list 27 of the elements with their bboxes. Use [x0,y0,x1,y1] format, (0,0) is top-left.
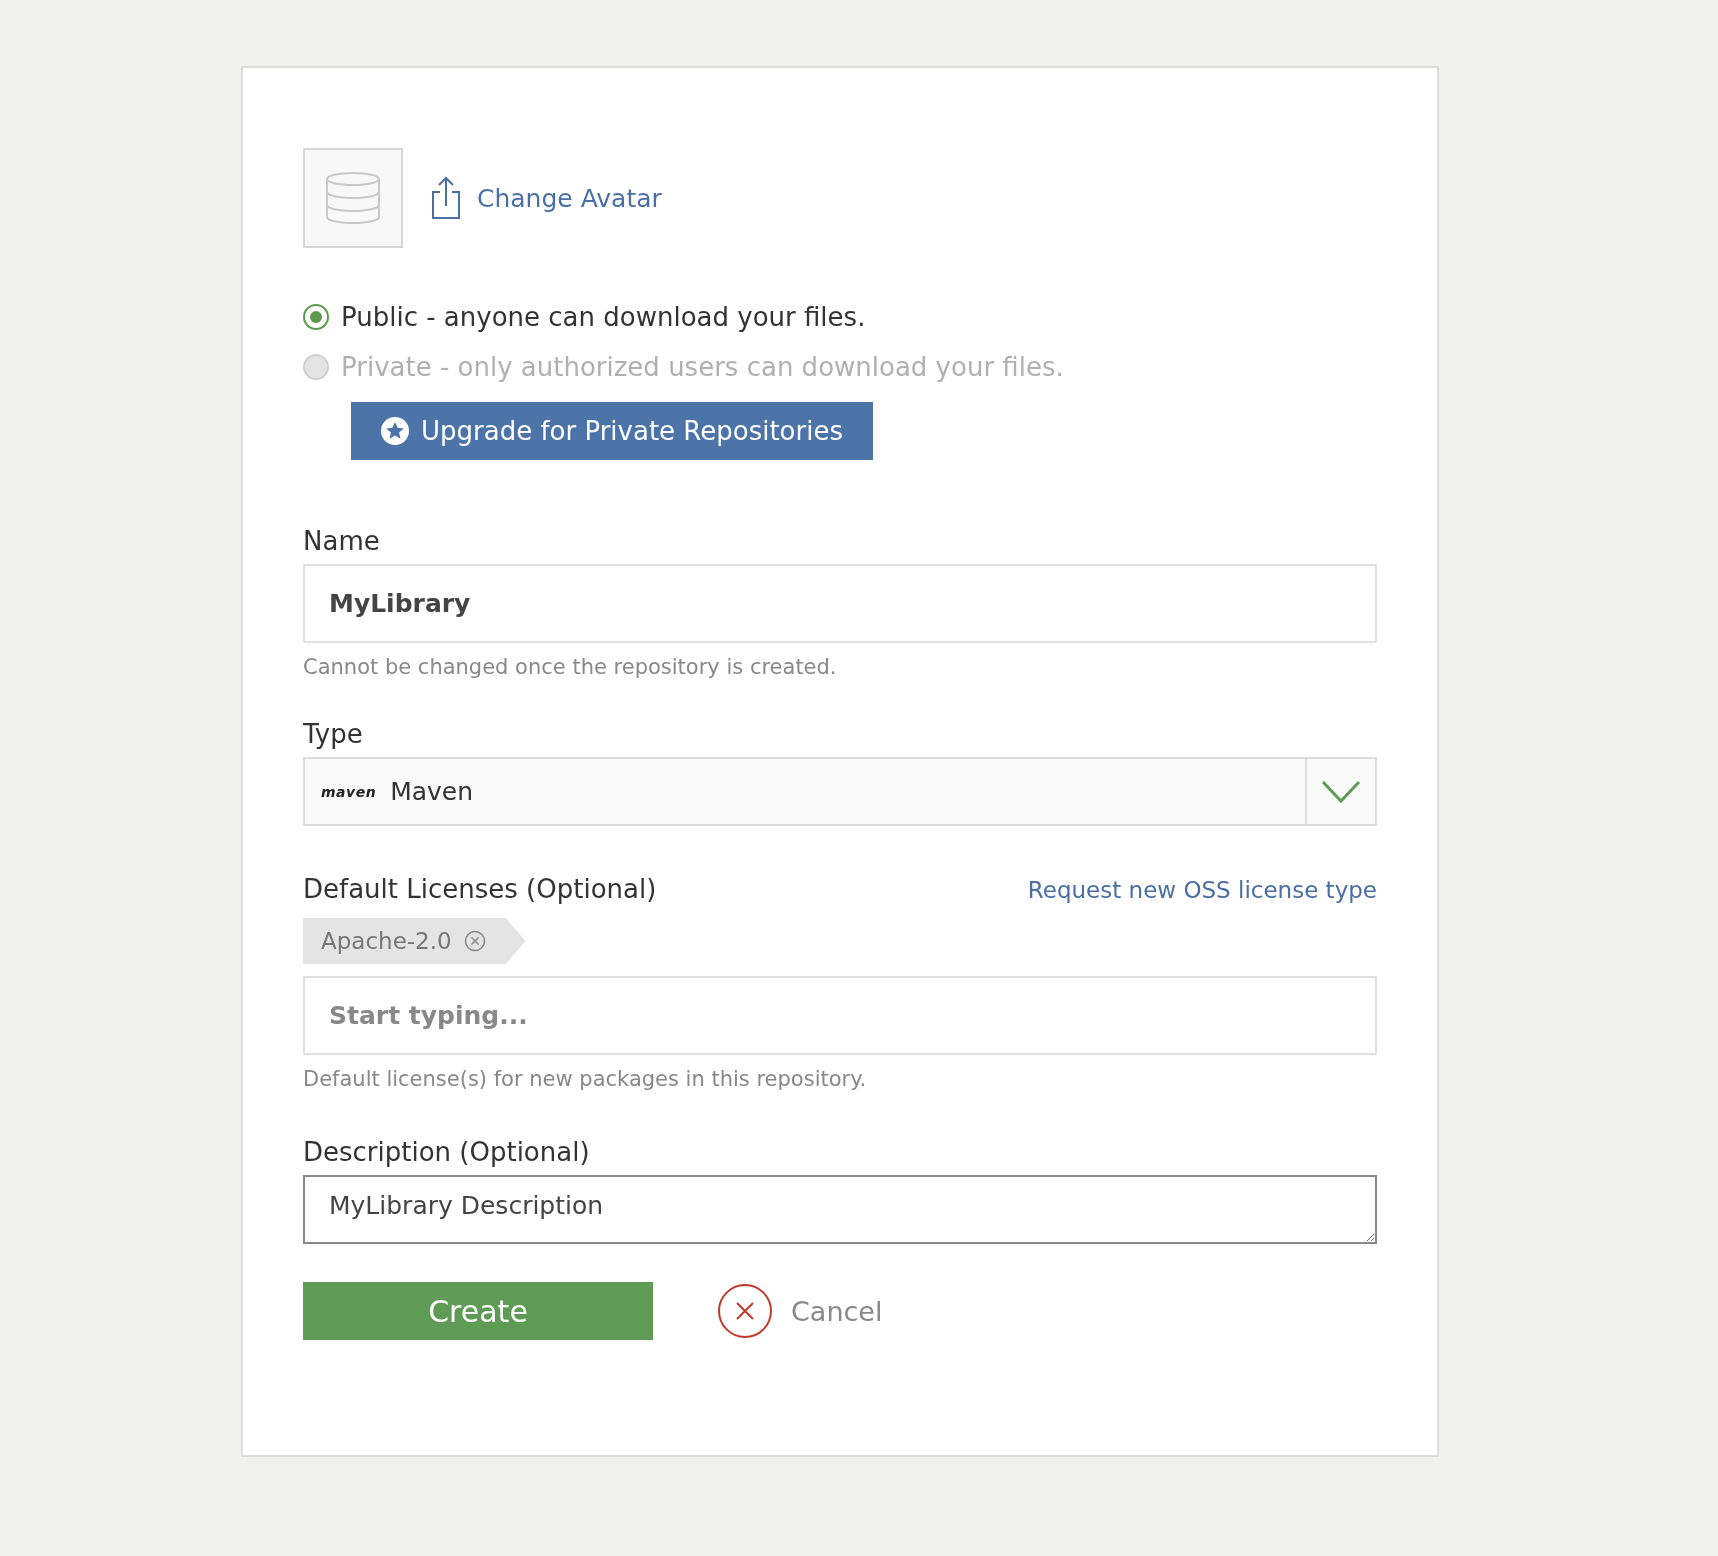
radio-button[interactable] [303,304,329,330]
change-avatar-link[interactable]: Change Avatar [431,176,662,220]
select-value: Maven [390,777,475,806]
remove-icon[interactable] [463,930,486,952]
type-select[interactable]: maven Maven [303,757,1377,826]
visibility-option[interactable]: Public - anyone can download your files. [303,302,1377,332]
chevron-down-icon [1321,779,1361,804]
upgrade-button[interactable]: Upgrade for Private Repositories [351,402,873,460]
license-search-field[interactable]: Start typing... [303,976,1377,1055]
field-label: Default Licenses (Optional) [303,874,657,904]
option-label: Private - only authorized users can download your files. [341,352,1064,382]
database-icon [324,171,382,225]
help-text: Default license(s) for new packages in this repository. [303,1067,868,1091]
option-label: Public - anyone can download your files. [341,302,866,332]
help-text: Cannot be changed once the repository is created. [303,655,838,679]
description-field[interactable]: MyLibrary Description [303,1175,1377,1244]
field-label: Type [303,719,364,749]
tag-label: Apache-2.0 [321,928,452,954]
name-field[interactable]: MyLibrary [303,564,1377,643]
field-label: Description (Optional) [303,1137,591,1167]
create-button[interactable]: Create [303,1282,653,1340]
field-label: Name [303,526,381,556]
upload-icon [431,176,461,220]
request-license-link[interactable]: Request new OSS license type [1027,877,1377,903]
cancel-button[interactable]: Cancel [717,1283,883,1339]
maven-logo: maven [321,783,377,800]
close-icon [717,1283,773,1339]
